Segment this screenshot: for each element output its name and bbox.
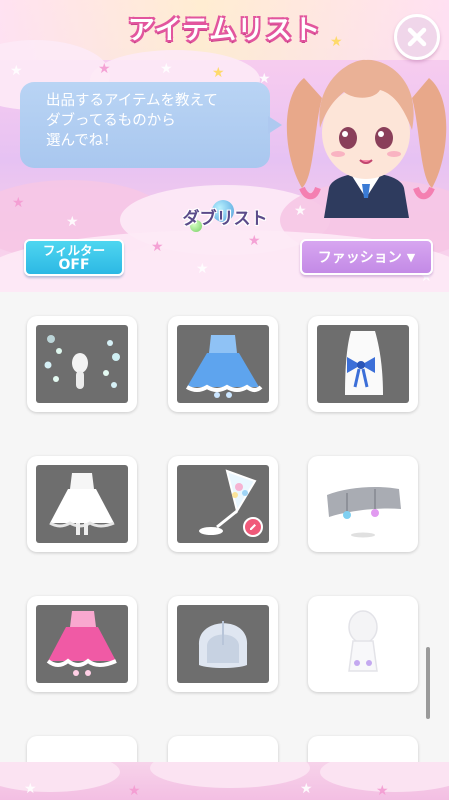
star-decoration: ★ — [160, 61, 173, 77]
bubbles-icon — [44, 335, 120, 389]
star-decoration: ★ — [10, 63, 23, 79]
star-decoration: ★ — [66, 214, 79, 230]
item-thumbnail — [317, 605, 409, 683]
character-avatar — [286, 59, 447, 218]
item-pink-dress[interactable] — [27, 596, 137, 692]
gem-accessory-icon — [327, 487, 401, 538]
item-white-dress[interactable] — [27, 456, 137, 552]
dupe-list-text: ダブリスト — [182, 209, 268, 229]
star-decoration: ★ — [212, 65, 225, 81]
scrollbar[interactable] — [426, 647, 430, 719]
star-decoration: ★ — [151, 239, 164, 255]
item-thumbnail — [36, 325, 128, 403]
item-partial[interactable] — [308, 736, 418, 762]
item-thumbnail — [36, 605, 128, 683]
cloud — [150, 762, 310, 788]
star-decoration: ★ — [24, 781, 37, 797]
item-thumbnail — [177, 325, 269, 403]
filter-toggle-button[interactable]: フィルター OFF — [24, 239, 124, 276]
item-partial[interactable] — [27, 736, 137, 762]
item-gem-accessory[interactable] — [308, 456, 418, 552]
item-thumbnail — [317, 325, 409, 403]
dupe-list-label: ダブリスト — [160, 196, 290, 236]
category-dropdown[interactable]: ファッション ▼ — [300, 239, 433, 275]
white-body-icon — [348, 610, 378, 672]
item-grid[interactable] — [0, 292, 449, 762]
blue-dress-icon — [185, 335, 263, 398]
filter-label: フィルター — [42, 243, 106, 258]
item-thumbnail — [36, 465, 128, 543]
chevron-down-icon: ▼ — [406, 250, 416, 264]
item-thumbnail — [177, 465, 269, 543]
ribbon-top-icon — [345, 331, 383, 395]
cloud — [0, 762, 120, 792]
instruction-bubble: 出品するアイテムを教えて ダブってるものから 選んでね！ — [20, 82, 282, 168]
star-decoration: ★ — [300, 781, 313, 797]
pink-dress-icon — [46, 611, 117, 676]
header-banner: ★ ★ ★ ★ ★ ★ ★ ★ ★ ★ ★ ★ ★ ★ アイテムリスト 出品する… — [0, 0, 449, 292]
item-bubble-effect[interactable] — [27, 316, 137, 412]
star-decoration: ★ — [98, 61, 111, 77]
star-decoration: ★ — [12, 195, 25, 211]
item-white-body[interactable] — [308, 596, 418, 692]
item-parfait-glass[interactable] — [168, 456, 278, 552]
item-partial[interactable] — [168, 736, 278, 762]
filter-state: OFF — [58, 257, 90, 273]
white-dress-icon — [49, 473, 115, 535]
star-decoration: ★ — [196, 261, 209, 277]
item-bob-hair[interactable] — [168, 596, 278, 692]
edit-icon — [243, 517, 263, 537]
instruction-line: 出品するアイテムを教えて — [46, 93, 218, 109]
item-ribbon-top[interactable] — [308, 316, 418, 412]
item-thumbnail — [317, 465, 409, 543]
instruction-line: 選んでね！ — [46, 133, 118, 149]
bob-hair-icon — [198, 621, 248, 668]
item-blue-dress[interactable] — [168, 316, 278, 412]
star-decoration: ★ — [376, 783, 389, 799]
star-decoration: ★ — [128, 783, 141, 799]
category-label: ファッション — [317, 250, 402, 266]
footer-decoration: ★ ★ ★ ★ — [0, 762, 449, 800]
star-decoration: ★ — [248, 233, 261, 249]
instruction-line: ダブってるものから — [46, 113, 176, 129]
item-thumbnail — [177, 605, 269, 683]
